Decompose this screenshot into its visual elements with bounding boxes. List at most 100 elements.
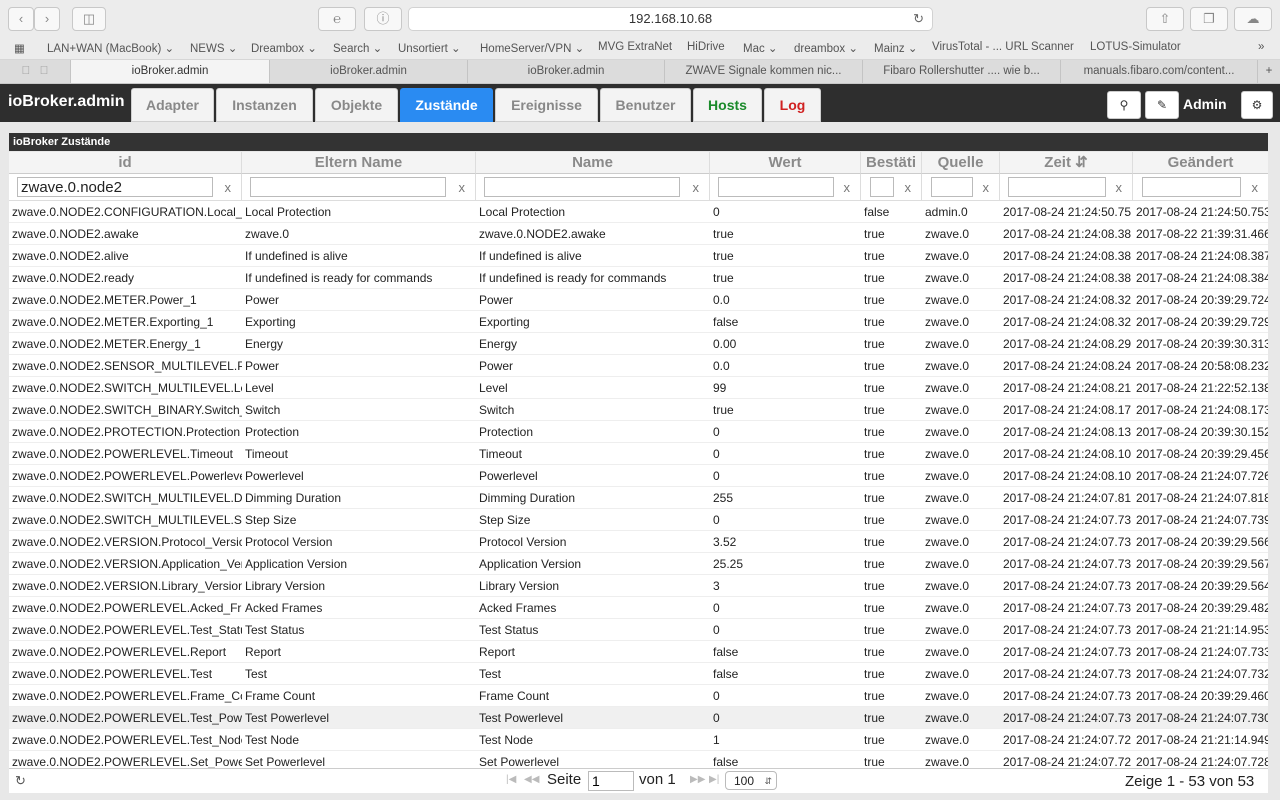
bookmark-item[interactable]: Mac ⌄ (743, 41, 778, 55)
tab-ereignisse[interactable]: Ereignisse (495, 88, 598, 122)
cell-wert[interactable]: 0 (710, 685, 861, 707)
tab-instanzen[interactable]: Instanzen (216, 88, 313, 122)
bookmark-item[interactable]: LOTUS-Simulator (1090, 41, 1181, 53)
table-row[interactable]: zwave.0.NODE2.POWERLEVEL.Frame_Co Frame C… (9, 685, 1268, 707)
table-row[interactable]: zwave.0.NODE2.VERSION.Protocol_Versic Pro… (9, 531, 1268, 553)
cell-wert[interactable]: 3 (710, 575, 861, 597)
page-number-input[interactable] (588, 771, 634, 791)
first-page-icon[interactable]: |◀ (506, 774, 516, 785)
reader-icon[interactable]: ⓘ (364, 7, 402, 31)
cell-wert[interactable]: 0.0 (710, 289, 861, 311)
page-size-select[interactable]: 100 ⇵ (725, 771, 777, 790)
cell-wert[interactable]: 0 (710, 443, 861, 465)
bookmark-item[interactable]: LAN+WAN (MacBook) ⌄ (47, 41, 174, 55)
ie-compat-icon[interactable]: ℮ (318, 7, 356, 31)
clear-filter-icon[interactable]: x (905, 180, 912, 195)
bookmark-item[interactable]: Unsortiert ⌄ (398, 41, 461, 55)
col-header-wert[interactable]: Wert (710, 152, 861, 174)
table-row[interactable]: zwave.0.NODE2.POWERLEVEL.Timeout Timeout T… (9, 443, 1268, 465)
bookmark-item[interactable]: dreambox ⌄ (794, 41, 858, 55)
tab-zustaende[interactable]: Zustände (400, 88, 493, 122)
clear-filter-icon[interactable]: x (225, 180, 232, 195)
cell-wert[interactable]: 0.0 (710, 355, 861, 377)
col-header-name[interactable]: Name (476, 152, 710, 174)
table-row[interactable]: zwave.0.NODE2.POWERLEVEL.Powerleve Powerl… (9, 465, 1268, 487)
table-row[interactable]: zwave.0.NODE2.POWERLEVEL.Test_Node Test N… (9, 729, 1268, 751)
filter-id-input[interactable] (17, 177, 213, 197)
url-bar[interactable]: 192.168.10.68 ↻ (408, 7, 933, 31)
bookmarks-grid-icon[interactable]: ▦ (14, 41, 25, 55)
filter-wert-input[interactable] (718, 177, 834, 197)
bookmark-item[interactable]: Search ⌄ (333, 41, 382, 55)
back-button[interactable]: ‹ (8, 7, 34, 31)
sidebar-toggle-icon[interactable]: ◫ (72, 7, 106, 31)
table-row[interactable]: zwave.0.NODE2.alive If undefined is alive… (9, 245, 1268, 267)
table-row[interactable]: zwave.0.NODE2.POWERLEVEL.Set_Powe Set Pow… (9, 751, 1268, 768)
tab-benutzer[interactable]: Benutzer (600, 88, 691, 122)
table-row[interactable]: zwave.0.NODE2.POWERLEVEL.Test_Pow Test Po… (9, 707, 1268, 729)
clear-filter-icon[interactable]: x (983, 180, 990, 195)
browser-tab[interactable]: manuals.fibaro.com/content... (1061, 60, 1258, 83)
table-row[interactable]: zwave.0.NODE2.SWITCH_MULTILEVEL.Le Level L… (9, 377, 1268, 399)
table-row[interactable]: zwave.0.NODE2.SWITCH_BINARY.Switch_ Switc… (9, 399, 1268, 421)
table-row[interactable]: zwave.0.NODE2.VERSION.Library_Version Lib… (9, 575, 1268, 597)
cell-wert[interactable]: 0 (710, 201, 861, 223)
cell-wert[interactable]: 3.52 (710, 531, 861, 553)
tab-adapter[interactable]: Adapter (131, 88, 214, 122)
cell-wert[interactable]: false (710, 641, 861, 663)
bookmark-item[interactable]: HomeServer/VPN ⌄ (480, 41, 584, 55)
browser-tab[interactable]: ZWAVE Signale kommen nic... (665, 60, 863, 83)
new-tab-button[interactable]: + (1258, 60, 1280, 83)
bookmark-item[interactable]: MVG ExtraNet (598, 41, 672, 53)
cell-wert[interactable]: 0 (710, 619, 861, 641)
prev-page-icon[interactable]: ◀◀ (524, 774, 539, 785)
tabs-overview-icon[interactable]: ❐ (1190, 7, 1228, 31)
col-header-eltern-name[interactable]: Eltern Name (242, 152, 476, 174)
bookmark-item[interactable]: VirusTotal - ... URL Scanner (932, 41, 1074, 53)
table-row[interactable]: zwave.0.NODE2.POWERLEVEL.Report Report Rep… (9, 641, 1268, 663)
table-row[interactable]: zwave.0.NODE2.CONFIGURATION.Local_ Local … (9, 201, 1268, 223)
cell-wert[interactable]: 25.25 (710, 553, 861, 575)
cell-wert[interactable]: true (710, 223, 861, 245)
cell-wert[interactable]: 0 (710, 465, 861, 487)
tab-hosts[interactable]: Hosts (693, 88, 762, 122)
filter-eltern-name-input[interactable] (250, 177, 446, 197)
browser-tab[interactable]: ioBroker.admin (270, 60, 468, 83)
refresh-icon[interactable]: ↻ (15, 773, 26, 789)
clear-filter-icon[interactable]: x (1252, 180, 1259, 195)
more-bookmarks-icon[interactable]: » (1258, 41, 1264, 53)
edit-icon[interactable]: ✎ (1145, 91, 1179, 119)
reload-icon[interactable]: ↻ (913, 8, 924, 30)
filter-bestaetigt-input[interactable] (870, 177, 894, 197)
tab-objekte[interactable]: Objekte (315, 88, 398, 122)
col-header-quelle[interactable]: Quelle (922, 152, 1000, 174)
browser-tab[interactable]: ioBroker.admin (468, 60, 665, 83)
col-header-id[interactable]: id (9, 152, 242, 174)
table-row[interactable]: zwave.0.NODE2.METER.Energy_1 Energy Energy… (9, 333, 1268, 355)
table-row[interactable]: zwave.0.NODE2.SWITCH_MULTILEVEL.D Dimming… (9, 487, 1268, 509)
tab-log[interactable]: Log (764, 88, 821, 122)
col-header-zeit[interactable]: Zeit ⇵ (1000, 152, 1133, 174)
cell-wert[interactable]: true (710, 245, 861, 267)
apple-icon[interactable]:  (40, 65, 49, 77)
filter-quelle-input[interactable] (931, 177, 973, 197)
filter-zeit-input[interactable] (1008, 177, 1106, 197)
table-row[interactable]: zwave.0.NODE2.METER.Exporting_1 Exporting… (9, 311, 1268, 333)
col-header-geaendert[interactable]: Geändert (1133, 152, 1268, 174)
table-row[interactable]: zwave.0.NODE2.ready If undefined is ready… (9, 267, 1268, 289)
cell-wert[interactable]: false (710, 663, 861, 685)
search-icon[interactable]: ⚲ (1107, 91, 1141, 119)
table-row[interactable]: zwave.0.NODE2.VERSION.Application_Ver App… (9, 553, 1268, 575)
table-row[interactable]: zwave.0.NODE2.SWITCH_MULTILEVEL.St Step S… (9, 509, 1268, 531)
cell-wert[interactable]: true (710, 399, 861, 421)
browser-tab[interactable]: ioBroker.admin (71, 60, 270, 83)
cloud-icon[interactable]: ☁ (1234, 7, 1272, 31)
cell-wert[interactable]: 1 (710, 729, 861, 751)
cell-wert[interactable]: true (710, 267, 861, 289)
forward-button[interactable]: › (34, 7, 60, 31)
table-row[interactable]: zwave.0.NODE2.PROTECTION.Protection Prote… (9, 421, 1268, 443)
browser-tab[interactable]: Fibaro Rollershutter .... wie b... (863, 60, 1061, 83)
filter-name-input[interactable] (484, 177, 680, 197)
bookmark-item[interactable]: HiDrive (687, 41, 725, 53)
apple-icon[interactable]:  (22, 65, 31, 77)
